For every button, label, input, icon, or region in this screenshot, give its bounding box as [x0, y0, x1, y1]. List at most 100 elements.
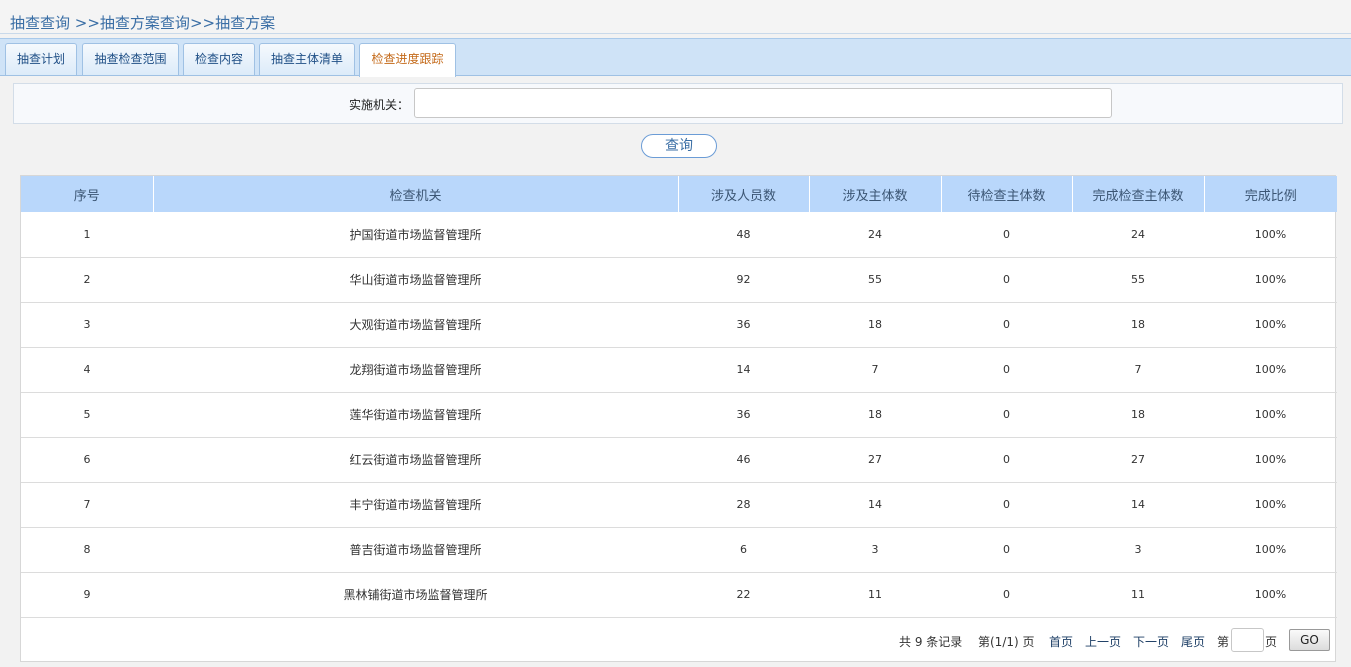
cell-agency: 大观街道市场监督管理所 — [153, 302, 678, 348]
cell-index: 9 — [21, 572, 153, 618]
cell-index: 6 — [21, 437, 153, 483]
cell-pending-count: 0 — [941, 212, 1072, 258]
pager-page-info: 第(1/1) 页 — [978, 635, 1035, 649]
col-header-subject-count: 涉及主体数 — [809, 176, 942, 212]
cell-completed-count: 3 — [1072, 527, 1204, 573]
breadcrumb-level1[interactable]: 抽查查询 — [10, 14, 70, 32]
cell-agency: 护国街道市场监督管理所 — [153, 212, 678, 258]
cell-completed-count: 24 — [1072, 212, 1204, 258]
breadcrumb: 抽查查询 >>抽查方案查询>>抽查方案 — [0, 0, 1351, 34]
cell-pending-count: 0 — [941, 527, 1072, 573]
cell-completion-rate: 100% — [1204, 392, 1337, 438]
tab-check-plan[interactable]: 抽查计划 — [5, 43, 77, 75]
table-row: 9 黑林铺街道市场监督管理所 22 11 0 11 100% — [21, 572, 1337, 618]
col-header-agency: 检查机关 — [153, 176, 679, 212]
cell-agency: 莲华街道市场监督管理所 — [153, 392, 678, 438]
col-header-completed-count: 完成检查主体数 — [1072, 176, 1205, 212]
query-button[interactable]: 查询 — [641, 134, 717, 158]
cell-pending-count: 0 — [941, 437, 1072, 483]
filter-label-agency: 实施机关： — [349, 98, 410, 112]
cell-subject-count: 18 — [809, 302, 941, 348]
cell-completed-count: 18 — [1072, 302, 1204, 348]
cell-agency: 红云街道市场监督管理所 — [153, 437, 678, 483]
pager-prev-link[interactable]: 上一页 — [1085, 633, 1121, 650]
cell-completed-count: 11 — [1072, 572, 1204, 618]
pager-last-link[interactable]: 尾页 — [1181, 633, 1205, 650]
cell-staff-count: 36 — [678, 302, 809, 348]
table-header-row: 序号 检查机关 涉及人员数 涉及主体数 待检查主体数 完成检查主体数 完成比例 — [21, 176, 1337, 212]
cell-completion-rate: 100% — [1204, 527, 1337, 573]
cell-completion-rate: 100% — [1204, 347, 1337, 393]
cell-pending-count: 0 — [941, 257, 1072, 303]
table-row: 5 莲华街道市场监督管理所 36 18 0 18 100% — [21, 392, 1337, 438]
breadcrumb-level2[interactable]: 抽查方案查询 — [100, 14, 190, 32]
cell-agency: 丰宁街道市场监督管理所 — [153, 482, 678, 528]
cell-staff-count: 46 — [678, 437, 809, 483]
progress-table: 序号 检查机关 涉及人员数 涉及主体数 待检查主体数 完成检查主体数 完成比例 … — [20, 175, 1337, 662]
cell-staff-count: 14 — [678, 347, 809, 393]
cell-staff-count: 22 — [678, 572, 809, 618]
cell-subject-count: 18 — [809, 392, 941, 438]
pager-total: 共 9 条记录 — [899, 635, 963, 649]
cell-completion-rate: 100% — [1204, 302, 1337, 348]
cell-subject-count: 7 — [809, 347, 941, 393]
tab-subject-list[interactable]: 抽查主体清单 — [259, 43, 355, 75]
table-row: 1 护国街道市场监督管理所 48 24 0 24 100% — [21, 212, 1337, 258]
cell-subject-count: 11 — [809, 572, 941, 618]
table-row: 7 丰宁街道市场监督管理所 28 14 0 14 100% — [21, 482, 1337, 528]
table-row: 3 大观街道市场监督管理所 36 18 0 18 100% — [21, 302, 1337, 348]
cell-completion-rate: 100% — [1204, 212, 1337, 258]
breadcrumb-separator: >> — [70, 14, 100, 32]
cell-staff-count: 36 — [678, 392, 809, 438]
cell-subject-count: 27 — [809, 437, 941, 483]
tab-progress-tracking[interactable]: 检查进度跟踪 — [359, 43, 456, 77]
cell-pending-count: 0 — [941, 392, 1072, 438]
cell-pending-count: 0 — [941, 302, 1072, 348]
tab-check-content[interactable]: 检查内容 — [183, 43, 255, 75]
pager-next-link[interactable]: 下一页 — [1133, 633, 1169, 650]
cell-subject-count: 24 — [809, 212, 941, 258]
cell-completion-rate: 100% — [1204, 572, 1337, 618]
pagination: 共 9 条记录 第(1/1) 页 首页 上一页 下一页 尾页 第 页 GO — [21, 619, 1335, 661]
cell-index: 1 — [21, 212, 153, 258]
agency-input[interactable] — [414, 88, 1112, 118]
cell-index: 8 — [21, 527, 153, 573]
cell-agency: 华山街道市场监督管理所 — [153, 257, 678, 303]
page-number-input[interactable] — [1231, 628, 1264, 652]
cell-subject-count: 14 — [809, 482, 941, 528]
cell-completed-count: 7 — [1072, 347, 1204, 393]
col-header-pending-count: 待检查主体数 — [941, 176, 1073, 212]
pager-first-link[interactable]: 首页 — [1049, 633, 1073, 650]
cell-pending-count: 0 — [941, 347, 1072, 393]
cell-index: 4 — [21, 347, 153, 393]
cell-completed-count: 14 — [1072, 482, 1204, 528]
cell-subject-count: 3 — [809, 527, 941, 573]
cell-index: 2 — [21, 257, 153, 303]
cell-staff-count: 6 — [678, 527, 809, 573]
cell-agency: 龙翔街道市场监督管理所 — [153, 347, 678, 393]
cell-completed-count: 55 — [1072, 257, 1204, 303]
cell-completion-rate: 100% — [1204, 257, 1337, 303]
pager-goto-prefix: 第 — [1217, 635, 1230, 649]
cell-staff-count: 48 — [678, 212, 809, 258]
cell-completed-count: 27 — [1072, 437, 1204, 483]
cell-pending-count: 0 — [941, 482, 1072, 528]
cell-staff-count: 28 — [678, 482, 809, 528]
tab-bar: 抽查计划 抽查检查范围 检查内容 抽查主体清单 检查进度跟踪 — [0, 38, 1351, 77]
table-row: 2 华山街道市场监督管理所 92 55 0 55 100% — [21, 257, 1337, 303]
cell-index: 3 — [21, 302, 153, 348]
pager-goto-suffix: 页 — [1265, 635, 1278, 649]
breadcrumb-level3: 抽查方案 — [215, 14, 276, 32]
col-header-completion-rate: 完成比例 — [1204, 176, 1337, 212]
table-row: 8 普吉街道市场监督管理所 6 3 0 3 100% — [21, 527, 1337, 573]
tab-check-scope[interactable]: 抽查检查范围 — [82, 43, 179, 75]
filter-panel: 实施机关： — [13, 83, 1343, 124]
go-button[interactable]: GO — [1289, 629, 1330, 651]
cell-completed-count: 18 — [1072, 392, 1204, 438]
cell-subject-count: 55 — [809, 257, 941, 303]
breadcrumb-separator: >> — [189, 14, 216, 32]
cell-pending-count: 0 — [941, 572, 1072, 618]
table-row: 6 红云街道市场监督管理所 46 27 0 27 100% — [21, 437, 1337, 483]
cell-index: 7 — [21, 482, 153, 528]
cell-agency: 黑林铺街道市场监督管理所 — [153, 572, 678, 618]
